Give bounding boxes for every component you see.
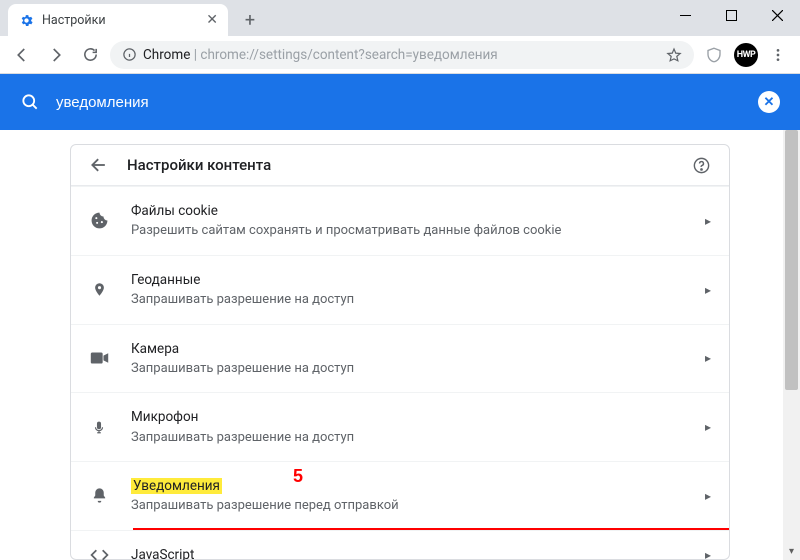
browser-tab[interactable]: Настройки ✕ (8, 4, 228, 36)
close-window-button[interactable] (754, 0, 800, 30)
card-header: Настройки контента (71, 145, 729, 186)
window-controls (662, 0, 800, 30)
location-icon (89, 280, 109, 299)
row-desc: Запрашивать разрешение на доступ (131, 359, 683, 379)
minimize-button[interactable] (662, 0, 708, 30)
close-tab-icon[interactable]: ✕ (206, 13, 218, 27)
url-text: Chrome | chrome://settings/content?searc… (143, 47, 660, 63)
code-icon (89, 548, 109, 560)
chevron-right-icon: ▸ (705, 489, 711, 503)
gear-icon (18, 12, 34, 28)
row-title: Уведомления (131, 478, 222, 494)
chevron-right-icon: ▸ (705, 548, 711, 560)
help-icon[interactable] (692, 156, 711, 175)
bookmark-icon[interactable] (666, 47, 682, 63)
card-title: Настройки контента (127, 156, 674, 174)
row-title: Камера (131, 341, 179, 357)
row-camera[interactable]: Камера Запрашивать разрешение на доступ … (71, 324, 729, 393)
row-content: Геоданные Запрашивать разрешение на дост… (131, 270, 683, 310)
cookie-icon (89, 211, 109, 230)
row-title: Файлы cookie (131, 203, 218, 219)
bell-icon (89, 486, 109, 505)
row-desc: Запрашивать разрешение на доступ (131, 428, 683, 448)
annotation-number: 5 (293, 466, 303, 487)
row-content: Уведомления Запрашивать разрешение перед… (131, 476, 683, 516)
maximize-button[interactable] (708, 0, 754, 30)
address-bar[interactable]: Chrome | chrome://settings/content?searc… (110, 41, 694, 69)
content-viewport: Настройки контента Файлы cookie Разрешит… (0, 130, 800, 560)
menu-button[interactable] (764, 41, 792, 69)
chevron-right-icon: ▸ (705, 420, 711, 434)
row-cookies[interactable]: Файлы cookie Разрешить сайтам сохранять … (71, 186, 729, 255)
scroll-down-arrow[interactable]: ▾ (783, 543, 800, 560)
camera-icon (89, 351, 109, 365)
vertical-scrollbar[interactable]: ▴ ▾ (783, 130, 800, 560)
row-content: Камера Запрашивать разрешение на доступ (131, 339, 683, 379)
browser-toolbar: Chrome | chrome://settings/content?searc… (0, 36, 800, 74)
search-icon (20, 92, 40, 112)
row-content: Файлы cookie Разрешить сайтам сохранять … (131, 201, 683, 241)
row-title: JavaScript (131, 547, 194, 560)
settings-search-input[interactable] (56, 94, 742, 111)
row-notifications[interactable]: Уведомления Запрашивать разрешение перед… (71, 461, 729, 530)
reload-button[interactable] (76, 41, 104, 69)
chevron-right-icon: ▸ (705, 214, 711, 228)
site-info-icon[interactable] (122, 47, 137, 62)
scroll-thumb[interactable] (785, 130, 798, 390)
browser-titlebar: Настройки ✕ + (0, 0, 800, 36)
tab-title: Настройки (42, 13, 198, 28)
chevron-right-icon: ▸ (705, 351, 711, 365)
chevron-right-icon: ▸ (705, 283, 711, 297)
back-button[interactable] (8, 41, 36, 69)
back-arrow-icon[interactable] (89, 155, 109, 175)
content-settings-card: Настройки контента Файлы cookie Разрешит… (70, 144, 730, 560)
shield-icon[interactable] (700, 41, 728, 69)
row-microphone[interactable]: Микрофон Запрашивать разрешение на досту… (71, 392, 729, 461)
row-content: Микрофон Запрашивать разрешение на досту… (131, 407, 683, 447)
settings-search-header: ✕ (0, 74, 800, 130)
forward-button[interactable] (42, 41, 70, 69)
row-desc: Разрешить сайтам сохранять и просматрива… (131, 221, 683, 241)
row-title: Геоданные (131, 272, 200, 288)
new-tab-button[interactable]: + (236, 6, 264, 34)
clear-search-button[interactable]: ✕ (758, 91, 780, 113)
row-javascript[interactable]: JavaScript ▸ (71, 530, 729, 560)
profile-avatar[interactable]: HWP (734, 43, 758, 67)
row-desc: Запрашивать разрешение на доступ (131, 290, 683, 310)
row-location[interactable]: Геоданные Запрашивать разрешение на дост… (71, 255, 729, 324)
microphone-icon (89, 418, 109, 437)
row-content: JavaScript (131, 545, 683, 560)
row-desc: Запрашивать разрешение перед отправкой (131, 496, 683, 516)
row-title: Микрофон (131, 409, 198, 425)
